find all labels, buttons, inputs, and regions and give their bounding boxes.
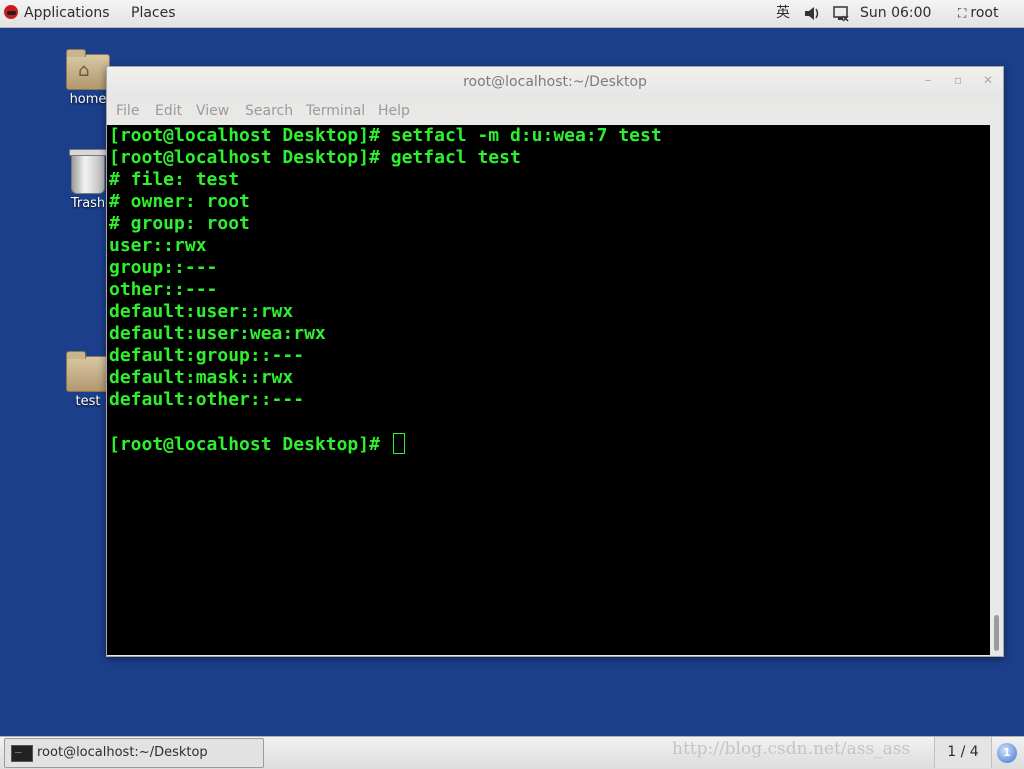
user-name: root <box>970 5 999 21</box>
menu-file[interactable]: File <box>116 103 139 119</box>
terminal-line: default:user::rwx <box>109 301 294 322</box>
terminal-line: [root@localhost Desktop]# setfacl -m d:u… <box>109 125 662 146</box>
menu-edit[interactable]: Edit <box>155 103 182 119</box>
watermark-text: http://blog.csdn.net/ass_ass <box>672 739 911 759</box>
user-icon: ⛶ <box>958 6 967 20</box>
fedora-logo-icon <box>4 5 18 19</box>
speaker-icon[interactable] <box>803 0 821 27</box>
places-menu[interactable]: Places <box>131 0 176 27</box>
home-folder-icon: ⌂ <box>66 49 110 90</box>
taskbar-window-button[interactable]: root@localhost:~/Desktop <box>4 738 264 768</box>
workspace-switcher[interactable]: 1 / 4 <box>934 737 992 768</box>
menu-view[interactable]: View <box>196 103 229 119</box>
input-method-indicator[interactable]: 英 <box>776 0 790 27</box>
close-icon[interactable]: ✕ <box>981 73 995 87</box>
bottom-panel: root@localhost:~/Desktop http://blog.csd… <box>0 736 1024 769</box>
menu-terminal[interactable]: Terminal <box>306 103 365 119</box>
terminal-line: # file: test <box>109 169 240 190</box>
terminal-line: user::rwx <box>109 235 207 256</box>
terminal-prompt: [root@localhost Desktop]# <box>109 434 391 455</box>
menu-help[interactable]: Help <box>378 103 410 119</box>
terminal-line: [root@localhost Desktop]# getfacl test <box>109 147 521 168</box>
applications-menu[interactable]: Applications <box>4 0 110 27</box>
notification-icon[interactable]: 1 <box>997 743 1017 763</box>
terminal-line: default:mask::rwx <box>109 367 294 388</box>
user-menu[interactable]: ⛶ root <box>958 0 998 27</box>
maximize-icon[interactable]: ▫ <box>951 73 965 87</box>
taskbar-window-label: root@localhost:~/Desktop <box>37 745 208 760</box>
terminal-line: group::--- <box>109 257 218 278</box>
minimize-icon[interactable]: – <box>921 73 935 87</box>
menubar: File Edit View Search Terminal Help <box>107 100 1003 124</box>
menu-search[interactable]: Search <box>245 103 293 119</box>
terminal-output[interactable]: [root@localhost Desktop]# setfacl -m d:u… <box>107 125 990 655</box>
terminal-scrollbar[interactable] <box>991 125 1003 655</box>
window-title: root@localhost:~/Desktop <box>463 74 647 90</box>
terminal-line: other::--- <box>109 279 218 300</box>
trash-icon <box>69 149 107 194</box>
terminal-line: default:group::--- <box>109 345 305 366</box>
applications-label: Applications <box>24 5 110 21</box>
clock[interactable]: Sun 06:00 <box>860 0 931 27</box>
terminal-prompt-line: [root@localhost Desktop]# <box>109 433 662 455</box>
scrollbar-thumb[interactable] <box>994 615 999 651</box>
terminal-icon <box>11 740 33 762</box>
folder-icon <box>66 351 110 392</box>
terminal-line: default:user:wea:rwx <box>109 323 326 344</box>
terminal-line: # owner: root <box>109 191 250 212</box>
top-panel: Applications Places 英 Sun 06:00 ⛶ root <box>0 0 1024 28</box>
terminal-window[interactable]: root@localhost:~/Desktop – ▫ ✕ File Edit… <box>106 66 1004 657</box>
network-icon[interactable] <box>832 0 850 27</box>
terminal-cursor <box>392 433 405 454</box>
terminal-line: default:other::--- <box>109 389 305 410</box>
terminal-line: # group: root <box>109 213 250 234</box>
window-titlebar[interactable]: root@localhost:~/Desktop – ▫ ✕ <box>107 67 1003 97</box>
